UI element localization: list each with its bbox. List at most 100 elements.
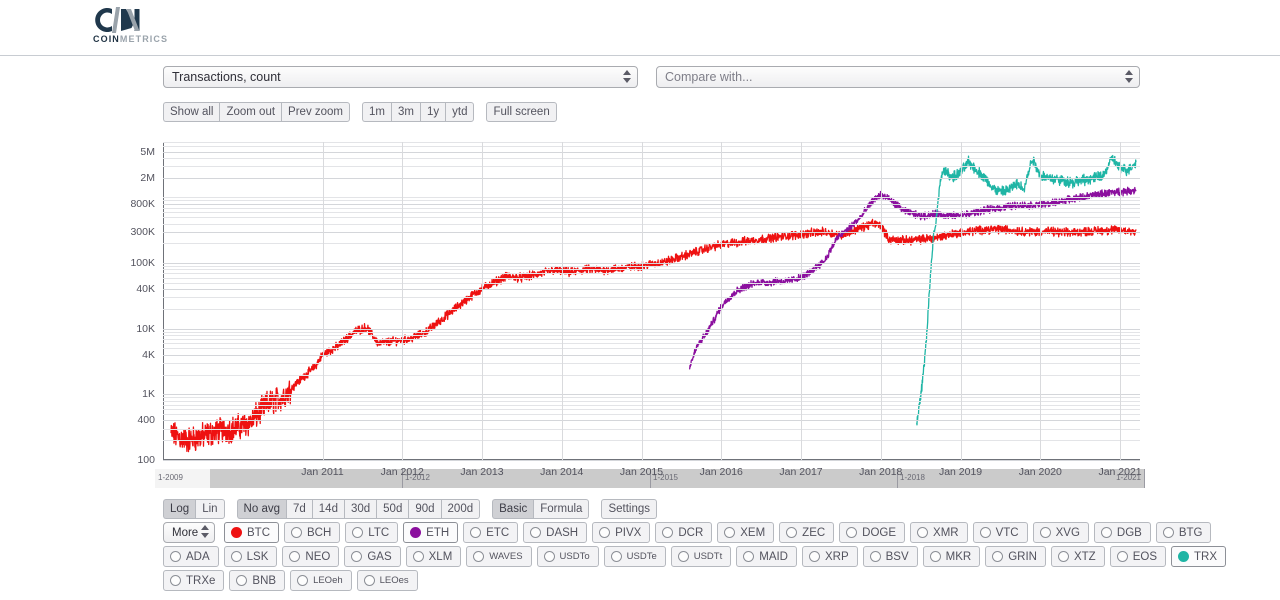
coin-toggle-dash[interactable]: DASH — [523, 522, 588, 543]
coin-toggle-mkr[interactable]: MKR — [922, 546, 981, 567]
coin-radio-icon[interactable] — [808, 551, 820, 562]
coin-radio-icon[interactable] — [530, 527, 542, 538]
coin-toggle-eth[interactable]: ETH — [403, 522, 459, 543]
coin-radio-icon[interactable] — [724, 527, 736, 538]
coin-toggle-trxe[interactable]: TRXe — [163, 570, 225, 591]
range-3m-button[interactable]: 3m — [391, 102, 420, 122]
coin-toggle-leoeh[interactable]: LEOeh — [290, 570, 352, 591]
coin-toggle-usdte[interactable]: USDTe — [603, 546, 666, 567]
coin-toggle-leoes[interactable]: LEOes — [356, 570, 418, 591]
coin-radio-icon[interactable] — [236, 575, 248, 586]
coin-radio-icon[interactable] — [599, 527, 611, 538]
coin-radio-icon[interactable] — [289, 551, 301, 562]
zoom-show-all-button[interactable]: Show all — [163, 102, 220, 122]
metric-select[interactable]: Transactions, count — [163, 66, 638, 88]
avg-200d-button[interactable]: 200d — [440, 499, 481, 519]
coin-toggle-xmr[interactable]: XMR — [910, 522, 968, 543]
coin-toggle-neo[interactable]: NEO — [282, 546, 340, 567]
coin-toggle-btc[interactable]: BTC — [224, 522, 279, 543]
coin-radio-icon[interactable] — [1100, 527, 1112, 538]
coin-toggle-ltc[interactable]: LTC — [345, 522, 399, 543]
coin-toggle-btg[interactable]: BTG — [1155, 522, 1212, 543]
coin-label: NEO — [305, 550, 331, 563]
coin-radio-icon[interactable] — [170, 575, 181, 586]
coin-toggle-dgb[interactable]: DGB — [1093, 522, 1151, 543]
coin-toggle-xtz[interactable]: XTZ — [1050, 546, 1105, 567]
coin-radio-icon[interactable] — [543, 551, 555, 562]
compare-select[interactable]: Compare with... — [656, 66, 1140, 88]
fullscreen-button[interactable]: Full screen — [486, 102, 557, 122]
scale-lin-button[interactable]: Lin — [195, 499, 225, 519]
coin-radio-icon[interactable] — [473, 551, 485, 562]
x-axis-tick-label: Jan 2013 — [460, 466, 504, 478]
range-ytd-button[interactable]: ytd — [445, 102, 475, 122]
coin-radio-icon[interactable] — [869, 551, 881, 562]
coin-radio-icon[interactable] — [230, 551, 242, 562]
coin-toggle-bsv[interactable]: BSV — [862, 546, 918, 567]
more-coins-select[interactable]: More — [163, 522, 215, 543]
coin-toggle-ada[interactable]: ADA — [163, 546, 219, 567]
coin-radio-icon[interactable] — [352, 527, 364, 538]
coin-radio-icon[interactable] — [786, 527, 798, 538]
coin-toggle-gas[interactable]: GAS — [344, 546, 401, 567]
coin-radio-icon[interactable] — [917, 527, 929, 538]
coin-radio-icon[interactable] — [231, 527, 242, 538]
coin-toggle-usdtt[interactable]: USDTt — [670, 546, 732, 567]
coin-radio-icon[interactable] — [1116, 551, 1128, 562]
coin-radio-icon[interactable] — [992, 551, 1004, 562]
coin-toggle-vtc[interactable]: VTC — [972, 522, 1028, 543]
avg-50d-button[interactable]: 50d — [376, 499, 409, 519]
coin-toggle-usdto[interactable]: USDTo — [536, 546, 599, 567]
coin-radio-icon[interactable] — [1162, 527, 1174, 538]
coin-radio-icon[interactable] — [677, 551, 689, 562]
coin-radio-icon[interactable] — [410, 527, 422, 538]
coin-radio-icon[interactable] — [1039, 527, 1051, 538]
coin-toggle-zec[interactable]: ZEC — [779, 522, 835, 543]
coin-radio-icon[interactable] — [297, 575, 309, 586]
range-1y-button[interactable]: 1y — [419, 102, 446, 122]
range-1m-button[interactable]: 1m — [362, 102, 391, 122]
coin-toggle-xrp[interactable]: XRP — [801, 546, 858, 567]
avg-no-avg-button[interactable]: No avg — [236, 499, 286, 519]
coin-toggle-pivx[interactable]: PIVX — [592, 522, 651, 543]
coin-toggle-xvg[interactable]: XVG — [1032, 522, 1089, 543]
coin-radio-icon[interactable] — [1178, 551, 1189, 562]
plot-canvas[interactable] — [163, 142, 1140, 461]
coin-radio-icon[interactable] — [662, 527, 674, 538]
coin-toggle-xem[interactable]: XEM — [717, 522, 775, 543]
coin-toggle-doge[interactable]: DOGE — [839, 522, 906, 543]
avg-30d-button[interactable]: 30d — [343, 499, 377, 519]
coin-toggle-dcr[interactable]: DCR — [655, 522, 713, 543]
coin-toggle-bnb[interactable]: BNB — [229, 570, 286, 591]
coin-radio-icon[interactable] — [610, 551, 622, 562]
coin-toggle-bch[interactable]: BCH — [284, 522, 341, 543]
avg-14d-button[interactable]: 14d — [311, 499, 344, 519]
coin-toggle-lsk[interactable]: LSK — [223, 546, 278, 567]
coin-toggle-maid[interactable]: MAID — [736, 546, 797, 567]
zoom-prev-zoom-button[interactable]: Prev zoom — [281, 102, 351, 122]
coin-radio-icon[interactable] — [291, 527, 302, 538]
coin-radio-icon[interactable] — [470, 527, 482, 538]
coin-radio-icon[interactable] — [1057, 551, 1069, 562]
coin-toggle-trx[interactable]: TRX — [1171, 546, 1226, 567]
mode-basic-button[interactable]: Basic — [492, 499, 534, 519]
coin-toggle-xlm[interactable]: XLM — [405, 546, 462, 567]
coin-toggle-eos[interactable]: EOS — [1109, 546, 1166, 567]
settings-button[interactable]: Settings — [601, 499, 657, 519]
coin-radio-icon[interactable] — [351, 551, 363, 562]
coin-radio-icon[interactable] — [363, 575, 375, 586]
coin-radio-icon[interactable] — [979, 527, 991, 538]
mode-formula-button[interactable]: Formula — [533, 499, 590, 519]
zoom-zoom-out-button[interactable]: Zoom out — [219, 102, 282, 122]
coin-radio-icon[interactable] — [743, 551, 755, 562]
coin-toggle-grin[interactable]: GRIN — [985, 546, 1046, 567]
scale-log-button[interactable]: Log — [163, 499, 196, 519]
coin-radio-icon[interactable] — [170, 551, 181, 562]
coin-toggle-waves[interactable]: WAVES — [466, 546, 532, 567]
coin-radio-icon[interactable] — [929, 551, 941, 562]
avg-7d-button[interactable]: 7d — [285, 499, 312, 519]
coin-toggle-etc[interactable]: ETC — [463, 522, 519, 543]
coin-radio-icon[interactable] — [846, 527, 858, 538]
avg-90d-button[interactable]: 90d — [408, 499, 441, 519]
coin-radio-icon[interactable] — [412, 551, 424, 562]
